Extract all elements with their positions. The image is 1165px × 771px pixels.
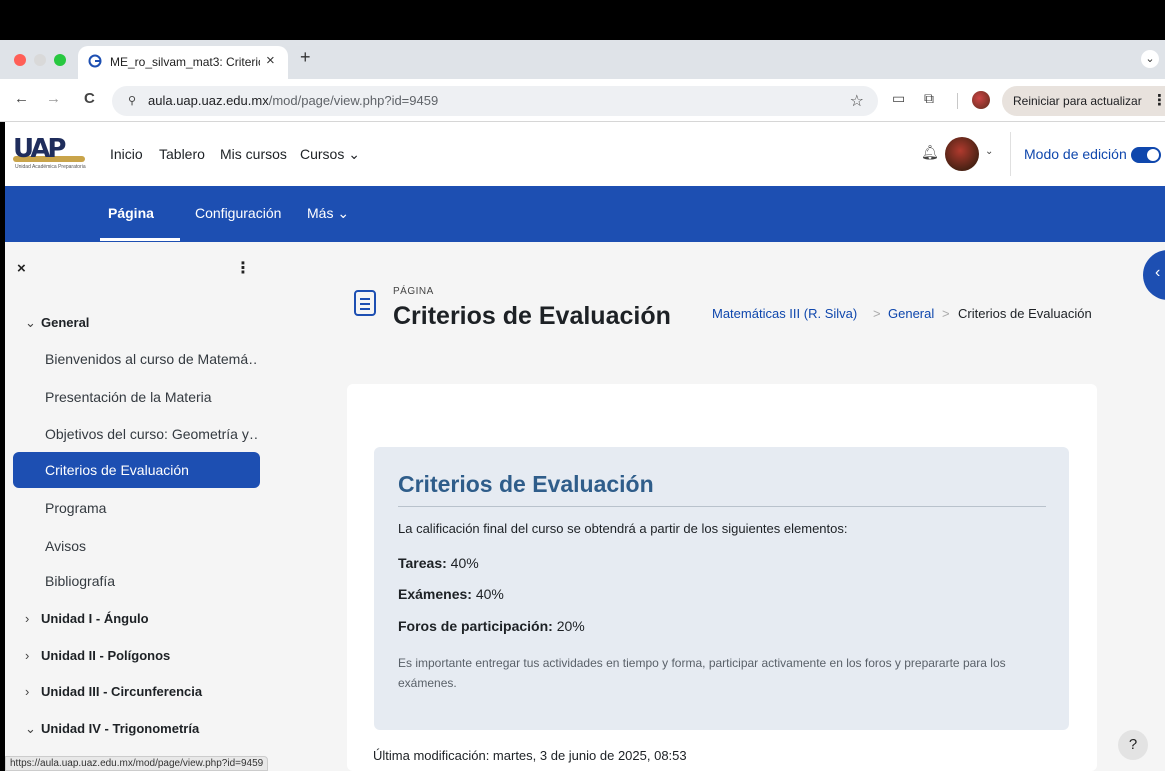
nav-mis-cursos[interactable]: Mis cursos <box>220 146 287 162</box>
active-tab-indicator <box>100 238 180 241</box>
status-bar-url: https://aula.uap.uaz.edu.mx/mod/page/vie… <box>5 756 269 771</box>
breadcrumb-section[interactable]: General <box>888 306 934 321</box>
criterion-tareas: Tareas: 40% <box>398 555 479 571</box>
chevron-right-icon: › <box>25 684 30 699</box>
nav-inicio[interactable]: Inicio <box>110 146 143 162</box>
tab-close-icon[interactable]: × <box>266 52 275 69</box>
tab-search-icon[interactable]: ⌄ <box>1141 50 1159 68</box>
nav-tablero[interactable]: Tablero <box>159 146 205 162</box>
site-settings-icon[interactable]: ⚲ <box>122 92 142 110</box>
content-card: Criterios de Evaluación La calificación … <box>347 384 1097 771</box>
page-document-icon <box>354 290 376 316</box>
chevron-right-icon: › <box>25 611 30 626</box>
drawer-item-bienvenidos[interactable]: Bienvenidos al curso de Matemá… <box>45 351 257 367</box>
criteria-note: Es importante entregar tus actividades e… <box>398 656 1006 690</box>
forward-icon[interactable]: → <box>46 90 61 107</box>
chevron-right-icon: › <box>25 648 30 663</box>
heading-divider <box>398 506 1046 507</box>
new-tab-button[interactable]: + <box>300 47 311 68</box>
criteria-intro: La calificación final del curso se obten… <box>398 521 848 536</box>
bookmark-star-icon[interactable]: ☆ <box>850 91 864 111</box>
course-index-drawer: × ⋮ ⌄ General Bienvenidos al curso de Mat… <box>5 242 267 771</box>
chevron-down-icon: ⌄ <box>25 721 36 736</box>
breadcrumb-separator: > <box>942 306 950 321</box>
chevron-left-icon: ‹ <box>1155 264 1161 281</box>
update-label: Reiniciar para actualizar <box>1013 94 1142 108</box>
drawer-item-programa[interactable]: Programa <box>45 500 257 516</box>
browser-tab[interactable]: ME_ro_silvam_mat3: Criterios × <box>78 46 288 79</box>
breadcrumb-current: Criterios de Evaluación <box>958 306 1092 321</box>
window-minimize-dot[interactable] <box>34 54 46 66</box>
section-unidad-i[interactable]: › Unidad I - Ángulo <box>25 611 149 626</box>
drawer-item-presentacion[interactable]: Presentación de la Materia <box>45 389 257 405</box>
nav-cursos-dropdown[interactable]: Cursos ⌄ <box>300 146 360 163</box>
header-divider <box>1010 132 1011 176</box>
restart-to-update-button[interactable]: Reiniciar para actualizar ⋮ <box>1002 86 1165 116</box>
reload-icon[interactable]: C <box>84 90 95 107</box>
toolbar-divider <box>957 93 958 109</box>
edit-mode-label: Modo de edición <box>1024 146 1127 162</box>
chevron-down-icon: ⌄ <box>25 315 36 330</box>
page-title: Criterios de Evaluación <box>393 302 671 330</box>
criteria-heading: Criterios de Evaluación <box>398 471 654 497</box>
tab-pagina[interactable]: Página <box>108 205 154 221</box>
breadcrumb-course[interactable]: Matemáticas III (R. Silva) <box>712 306 857 321</box>
user-menu-chevron-icon[interactable]: ⌄ <box>985 146 993 157</box>
reading-mode-icon[interactable]: ▭ <box>892 90 905 107</box>
edit-mode-toggle[interactable] <box>1131 147 1161 163</box>
page-kicker: PÁGINA <box>393 286 434 297</box>
profile-avatar-icon[interactable] <box>972 91 990 109</box>
criteria-box: Criterios de Evaluación La calificación … <box>374 447 1069 730</box>
address-bar[interactable]: ⚲ aula.uap.uaz.edu.mx/mod/page/view.php?… <box>112 86 878 116</box>
drawer-item-bibliografia[interactable]: Bibliografía <box>45 573 257 589</box>
browser-toolbar: ← → C ⚲ aula.uap.uaz.edu.mx/mod/page/vie… <box>0 79 1165 122</box>
section-unidad-iv[interactable]: ⌄ Unidad IV - Trigonometría <box>25 721 199 737</box>
logo-text: UAP <box>13 134 66 164</box>
drawer-item-criterios[interactable]: Criterios de Evaluación <box>13 452 260 488</box>
site-header: UAP Unidad Académica Preparatoria Inicio… <box>5 122 1165 186</box>
window-zoom-dot[interactable] <box>54 54 66 66</box>
drawer-menu-icon[interactable]: ⋮ <box>235 258 251 278</box>
site-logo[interactable]: UAP Unidad Académica Preparatoria <box>13 134 95 178</box>
main-content: PÁGINA Criterios de Evaluación Matemátic… <box>267 242 1165 771</box>
tab-mas-dropdown[interactable]: Más ⌄ <box>307 205 349 222</box>
section-label: Unidad I - Ángulo <box>41 611 149 626</box>
help-button[interactable]: ? <box>1118 730 1148 760</box>
notifications-bell-icon[interactable]: 🔔︎ <box>921 144 939 161</box>
logo-subtitle: Unidad Académica Preparatoria <box>15 164 86 170</box>
last-modified: Última modificación: martes, 3 de junio … <box>373 748 687 763</box>
section-unidad-ii[interactable]: › Unidad II - Polígonos <box>25 648 170 663</box>
section-unidad-iii[interactable]: › Unidad III - Circunferencia <box>25 684 202 699</box>
window-close-dot[interactable] <box>14 54 26 66</box>
section-label: Unidad III - Circunferencia <box>41 684 203 699</box>
tab-title: ME_ro_silvam_mat3: Criterios <box>110 55 260 69</box>
section-label: Unidad IV - Trigonometría <box>41 721 200 736</box>
drawer-item-avisos[interactable]: Avisos <box>45 538 257 554</box>
moodle-favicon-icon <box>88 54 102 68</box>
extensions-icon[interactable]: ⧉ <box>924 90 934 107</box>
url-text: aula.uap.uaz.edu.mx/mod/page/view.php?id… <box>148 93 439 108</box>
section-general[interactable]: ⌄ General <box>25 315 89 331</box>
criterion-foros: Foros de participación: 20% <box>398 618 585 634</box>
breadcrumb-separator: > <box>873 306 881 321</box>
user-avatar[interactable] <box>945 137 979 171</box>
system-top-bar <box>0 0 1165 40</box>
secondary-navigation: Página Configuración Más ⌄ <box>5 186 1165 242</box>
browser-menu-icon[interactable]: ⋮ <box>1152 91 1165 109</box>
tab-configuracion[interactable]: Configuración <box>195 205 281 221</box>
section-label: Unidad II - Polígonos <box>41 648 171 663</box>
criterion-examenes: Exámenes: 40% <box>398 586 504 602</box>
section-label: General <box>41 315 90 330</box>
back-icon[interactable]: ← <box>14 90 29 107</box>
close-drawer-icon[interactable]: × <box>17 260 26 277</box>
browser-tab-strip: ME_ro_silvam_mat3: Criterios × <box>0 40 1165 79</box>
drawer-item-objetivos[interactable]: Objetivos del curso: Geometría y… <box>45 426 257 442</box>
